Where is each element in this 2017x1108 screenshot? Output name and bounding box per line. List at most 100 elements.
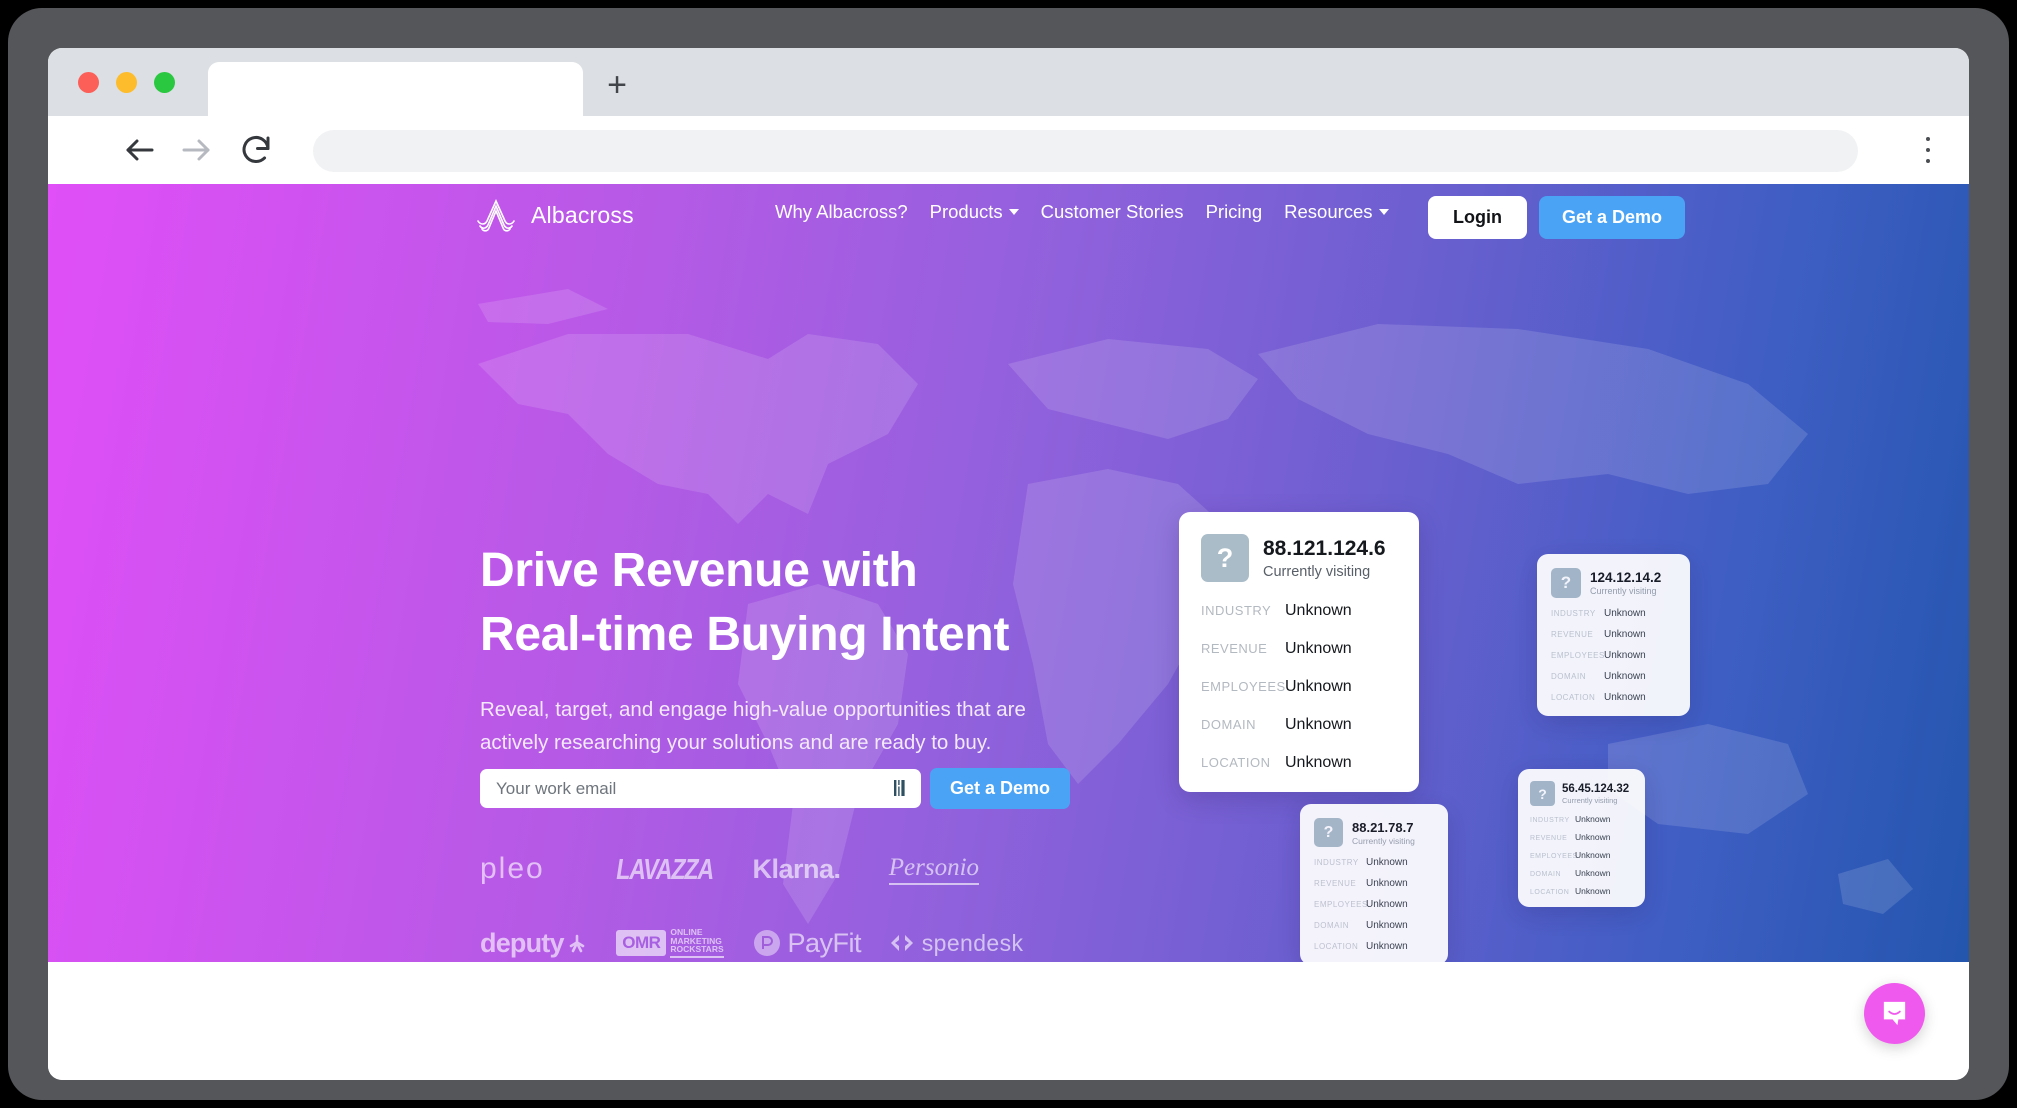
nav-get-a-demo-button[interactable]: Get a Demo bbox=[1538, 196, 1686, 239]
brand-name: Albacross bbox=[531, 201, 634, 228]
field-value: Unknown bbox=[1604, 650, 1646, 661]
logo-personio-text: Personio bbox=[888, 854, 980, 885]
login-button[interactable]: Login bbox=[1428, 196, 1527, 239]
browser-tab-strip: + bbox=[48, 48, 1969, 116]
visitor-card-main[interactable]: ? 88.121.124.6 Currently visiting INDUST… bbox=[1179, 512, 1419, 792]
visitor-field-employees: EMPLOYEES Unknown bbox=[1551, 650, 1676, 661]
deputy-asterisk-icon bbox=[569, 934, 585, 953]
visitor-field-location: LOCATION Unknown bbox=[1314, 941, 1434, 952]
visitor-field-industry: INDUSTRY Unknown bbox=[1201, 602, 1397, 620]
field-value: Unknown bbox=[1604, 608, 1646, 619]
new-tab-button[interactable]: + bbox=[600, 68, 634, 103]
nav-link-products[interactable]: Products bbox=[930, 201, 1019, 223]
brand-logo[interactable]: Albacross bbox=[476, 196, 634, 234]
field-value: Unknown bbox=[1366, 920, 1408, 931]
visitor-field-revenue: REVENUE Unknown bbox=[1201, 640, 1397, 658]
chevron-down-icon bbox=[1008, 209, 1019, 215]
field-value: Unknown bbox=[1575, 832, 1611, 842]
field-label: EMPLOYEES bbox=[1314, 900, 1368, 909]
field-value: Unknown bbox=[1285, 678, 1352, 695]
work-email-input[interactable] bbox=[480, 769, 921, 808]
field-value: Unknown bbox=[1285, 602, 1352, 619]
logo-omr-mark: OMR bbox=[616, 929, 667, 956]
hero-get-a-demo-button[interactable]: Get a Demo bbox=[930, 768, 1071, 809]
field-label: DOMAIN bbox=[1314, 921, 1349, 930]
payfit-mark-icon bbox=[753, 930, 780, 956]
hero-headline-line-1: Drive Revenue with bbox=[480, 544, 918, 597]
field-label: INDUSTRY bbox=[1530, 817, 1570, 824]
field-value: Unknown bbox=[1604, 692, 1646, 703]
unknown-visitor-avatar: ? bbox=[1530, 781, 1555, 806]
visitor-card-header: ? 88.121.124.6 Currently visiting bbox=[1201, 534, 1397, 582]
logo-payfit: PayFit bbox=[753, 920, 889, 962]
visitor-field-industry: INDUSTRY Unknown bbox=[1314, 857, 1434, 868]
visitor-card-bottom-middle[interactable]: ? 88.21.78.7 Currently visiting INDUSTRY… bbox=[1300, 804, 1448, 962]
visitor-ip: 88.121.124.6 bbox=[1263, 536, 1386, 560]
nav-link-pricing[interactable]: Pricing bbox=[1206, 201, 1263, 223]
visitor-field-employees: EMPLOYEES Unknown bbox=[1314, 899, 1434, 910]
visitor-ip: 88.21.78.7 bbox=[1352, 819, 1414, 835]
nav-link-why-albacross[interactable]: Why Albacross? bbox=[775, 201, 908, 223]
close-window-button[interactable] bbox=[78, 72, 99, 93]
visitor-field-employees: EMPLOYEES Unknown bbox=[1201, 678, 1397, 696]
field-label: LOCATION bbox=[1551, 693, 1596, 702]
logo-klarna: Klarna. bbox=[753, 846, 889, 892]
address-bar[interactable] bbox=[313, 130, 1858, 172]
visitor-card-bottom-right[interactable]: ? 56.45.124.32 Currently visiting INDUST… bbox=[1518, 769, 1645, 907]
visitor-field-revenue: REVENUE Unknown bbox=[1314, 878, 1434, 889]
nav-link-customer-stories[interactable]: Customer Stories bbox=[1041, 201, 1184, 223]
visitor-card-top-right[interactable]: ? 124.12.14.2 Currently visiting INDUSTR… bbox=[1537, 554, 1690, 716]
visitor-field-domain: DOMAIN Unknown bbox=[1201, 716, 1397, 734]
visitor-status: Currently visiting bbox=[1562, 795, 1618, 805]
field-label: INDUSTRY bbox=[1551, 609, 1596, 618]
field-value: Unknown bbox=[1604, 671, 1646, 682]
field-label: DOMAIN bbox=[1201, 717, 1256, 732]
field-label: LOCATION bbox=[1530, 889, 1570, 896]
chat-bubble-icon bbox=[1883, 1001, 1906, 1026]
visitor-field-employees: EMPLOYEES Unknown bbox=[1530, 850, 1633, 860]
hero-subtitle: Reveal, target, and engage high-value op… bbox=[480, 697, 1026, 754]
albacross-logo-icon bbox=[477, 199, 515, 232]
browser-toolbar bbox=[48, 116, 1969, 184]
browser-menu-icon[interactable] bbox=[1914, 134, 1942, 166]
logo-deputy-text: deputy bbox=[480, 927, 565, 958]
nav-link-label: Pricing bbox=[1205, 201, 1263, 222]
intercom-chat-launcher[interactable] bbox=[1864, 983, 1925, 1044]
nav-link-resources[interactable]: Resources bbox=[1284, 201, 1389, 223]
visitor-field-industry: INDUSTRY Unknown bbox=[1551, 608, 1676, 619]
device-bezel: + Albacross Why Albacross? Products Cust… bbox=[8, 8, 2009, 1100]
field-value: Unknown bbox=[1604, 629, 1646, 640]
field-value: Unknown bbox=[1366, 878, 1408, 889]
visitor-field-location: LOCATION Unknown bbox=[1201, 754, 1397, 772]
reload-button[interactable] bbox=[238, 132, 274, 168]
field-value: Unknown bbox=[1575, 868, 1611, 878]
hero-email-form: Get a Demo bbox=[480, 768, 1071, 809]
visitor-field-domain: DOMAIN Unknown bbox=[1530, 868, 1633, 878]
field-label: EMPLOYEES bbox=[1530, 853, 1578, 860]
logo-pleo: pleo bbox=[480, 846, 616, 892]
logo-omr: OMR ONLINE MARKETING ROCKSTARS bbox=[616, 920, 752, 962]
minimize-window-button[interactable] bbox=[116, 72, 137, 93]
field-label: EMPLOYEES bbox=[1551, 651, 1605, 660]
field-value: Unknown bbox=[1366, 941, 1408, 952]
logo-pleo-text: pleo bbox=[480, 852, 545, 885]
nav-links: Why Albacross? Products Customer Stories… bbox=[775, 201, 1389, 223]
forward-button[interactable] bbox=[178, 132, 214, 168]
visitor-card-header: ? 56.45.124.32 Currently visiting bbox=[1530, 781, 1633, 806]
browser-tab[interactable] bbox=[208, 62, 583, 116]
nav-link-label: Products bbox=[929, 201, 1003, 222]
field-label: LOCATION bbox=[1314, 942, 1359, 951]
field-value: Unknown bbox=[1575, 814, 1611, 824]
nav-link-label: Resources bbox=[1284, 201, 1373, 222]
visitor-field-location: LOCATION Unknown bbox=[1551, 692, 1676, 703]
back-button[interactable] bbox=[122, 132, 158, 168]
visitor-field-revenue: REVENUE Unknown bbox=[1551, 629, 1676, 640]
maximize-window-button[interactable] bbox=[154, 72, 175, 93]
logo-lavazza: LAVAZZA bbox=[616, 846, 752, 892]
field-label: EMPLOYEES bbox=[1201, 679, 1286, 694]
unknown-visitor-avatar: ? bbox=[1551, 568, 1581, 598]
site-navigation: Albacross Why Albacross? Products Custom… bbox=[48, 184, 1969, 264]
visitor-field-revenue: REVENUE Unknown bbox=[1530, 832, 1633, 842]
field-label: REVENUE bbox=[1551, 630, 1594, 639]
unknown-visitor-avatar: ? bbox=[1314, 818, 1343, 847]
